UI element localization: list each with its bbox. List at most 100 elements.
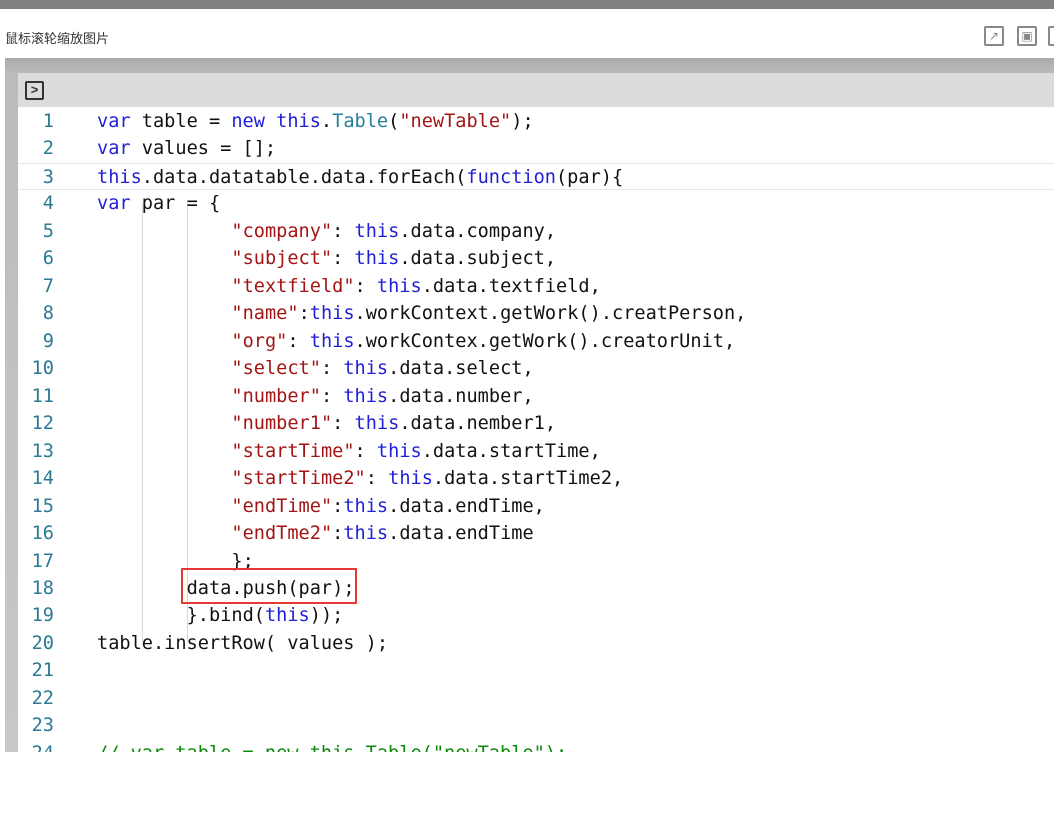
code-token: "company": [231, 220, 333, 242]
code-token: :: [320, 385, 344, 407]
code-text: var values = [];: [97, 135, 276, 162]
code-line[interactable]: 1 var table = new this.Table("newTable");: [18, 108, 1054, 135]
code-token: Table: [332, 111, 389, 132]
code-line[interactable]: 2 var values = [];: [18, 135, 1054, 162]
code-line[interactable]: 23: [18, 712, 1054, 739]
open-external-icon[interactable]: ↗: [984, 26, 1004, 46]
code-text: "select": this.data.select,: [231, 355, 533, 382]
code-token: :: [298, 303, 310, 325]
line-number: 4: [42, 193, 54, 215]
code-text: table.insertRow( values );: [97, 630, 388, 657]
code-token: // var table = new this.Table("newTable"…: [97, 743, 567, 752]
more-icon[interactable]: [1048, 26, 1054, 46]
run-icon[interactable]: >: [25, 81, 44, 100]
highlight-box: [181, 568, 357, 604]
code-line[interactable]: 16 "endTme2":this.data.endTime: [18, 520, 1054, 547]
code-token: this: [354, 220, 400, 242]
code-line[interactable]: 3 this.data.datatable.data.forEach(functi…: [18, 162, 1054, 191]
code-text: var table = new this.Table("newTable");: [97, 108, 534, 135]
code-line[interactable]: 7 "textfield": this.data.textfield,: [18, 273, 1054, 300]
code-token: :: [332, 413, 355, 435]
code-token: }.bind(: [186, 605, 265, 627]
code-token: this: [354, 248, 400, 270]
line-number: 6: [42, 248, 54, 270]
code-text: "startTime2": this.data.startTime2,: [231, 465, 623, 492]
code-token: "textfield": [231, 275, 355, 297]
line-number: 7: [42, 275, 54, 297]
code-line[interactable]: 21: [18, 657, 1054, 684]
code-token: table =: [130, 111, 232, 132]
code-token: .data.select,: [388, 358, 534, 380]
code-token: this: [264, 605, 310, 627]
dialog-title: 鼠标滚轮缩放图片: [5, 31, 110, 46]
code-token: :: [287, 330, 310, 352]
code-line[interactable]: 8 "name":this.workContext.getWork().creat…: [18, 300, 1054, 327]
code-token: :: [365, 468, 389, 490]
code-token: :: [332, 523, 344, 545]
code-token: :: [320, 358, 344, 380]
fit-screen-icon[interactable]: ▣: [1017, 26, 1037, 46]
code-line[interactable]: 24 // var table = new this.Table("newTabl…: [18, 740, 1054, 752]
line-number: 1: [42, 111, 54, 132]
code-line[interactable]: 9 "org": this.workContex.getWork().creato…: [18, 328, 1054, 355]
code-token: "startTime": [231, 440, 355, 462]
code-token: "newTable": [399, 111, 512, 132]
code-token: .data.company,: [399, 220, 557, 242]
background-window-strip: [0, 0, 1054, 9]
code-text: "name":this.workContext.getWork().creatP…: [231, 300, 746, 327]
code-editor[interactable]: 1 var table = new this.Table("newTable");…: [18, 107, 1054, 752]
code-text: "org": this.workContex.getWork().creator…: [231, 328, 735, 355]
code-text: var par = {: [97, 190, 220, 217]
code-line[interactable]: 5 "company": this.data.company,: [18, 218, 1054, 245]
code-line[interactable]: 17};: [18, 548, 1054, 575]
code-line[interactable]: 20 table.insertRow( values );: [18, 630, 1054, 657]
code-text: // var table = new this.Table("newTable"…: [97, 740, 567, 752]
code-line[interactable]: 4 var par = {: [18, 190, 1054, 217]
code-line[interactable]: 11 "number": this.data.number,: [18, 383, 1054, 410]
code-token: :: [332, 220, 355, 242]
code-token: "startTime2": [231, 468, 366, 490]
line-number: 10: [31, 358, 54, 380]
dialog-footer: [0, 752, 1054, 818]
line-number: 15: [31, 495, 54, 517]
line-number: 22: [31, 687, 54, 709]
code-token: this: [343, 495, 389, 517]
code-token: "subject": [231, 248, 333, 270]
code-text: this.data.datatable.data.forEach(functio…: [97, 164, 623, 191]
code-line[interactable]: 12 "number1": this.data.nember1,: [18, 410, 1054, 437]
code-token: );: [511, 111, 534, 132]
code-token: this: [97, 166, 142, 188]
code-token: par = {: [130, 193, 221, 215]
code-token: .: [320, 111, 333, 132]
code-line[interactable]: 15 "endTime":this.data.endTime,: [18, 493, 1054, 520]
code-token: this: [343, 358, 389, 380]
line-number: 14: [31, 468, 54, 490]
code-token: "endTime": [231, 495, 333, 517]
line-number: 21: [31, 660, 54, 682]
editor-toolbar: >: [18, 73, 1054, 107]
code-line[interactable]: 22: [18, 685, 1054, 712]
code-line[interactable]: 10 "select": this.data.select,: [18, 355, 1054, 382]
code-line[interactable]: 14 "startTime2": this.data.startTime2,: [18, 465, 1054, 492]
code-token: this: [343, 385, 389, 407]
code-token: .workContex.getWork().creatorUnit,: [354, 330, 736, 352]
code-line[interactable]: 6 "subject": this.data.subject,: [18, 245, 1054, 272]
line-number: 2: [42, 138, 54, 160]
code-line[interactable]: 18 data.push(par);: [18, 575, 1054, 602]
code-token: var: [97, 111, 131, 132]
code-token: "number1": [231, 413, 333, 435]
code-text: "company": this.data.company,: [231, 218, 556, 245]
code-token: (par){: [555, 166, 624, 188]
line-number: 19: [31, 605, 54, 627]
code-token: this: [343, 523, 389, 545]
code-line[interactable]: 13 "startTime": this.data.startTime,: [18, 438, 1054, 465]
code-token: "endTme2": [231, 523, 333, 545]
code-token: values = [];: [130, 138, 277, 160]
line-number: 17: [31, 550, 54, 572]
code-token: this: [376, 440, 422, 462]
code-text: "number1": this.data.nember1,: [231, 410, 556, 437]
code-token: .workContext.getWork().creatPerson,: [354, 303, 747, 325]
code-token: "number": [231, 385, 321, 407]
code-token: .data.datatable.data.forEach(: [141, 166, 467, 188]
code-line[interactable]: 19}.bind(this));: [18, 602, 1054, 629]
